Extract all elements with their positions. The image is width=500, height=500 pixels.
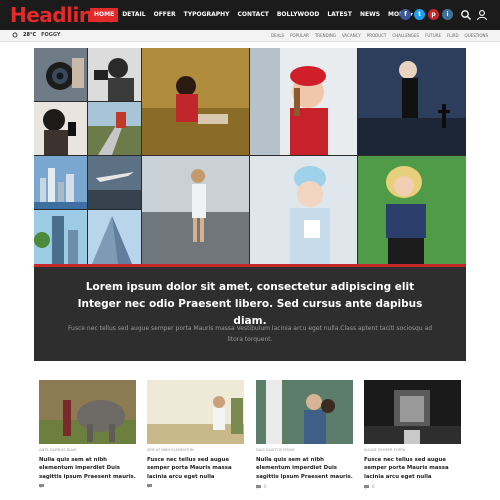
subnav-item-deals[interactable]: DEALS bbox=[271, 33, 284, 38]
card-thumbnail-field-girl[interactable] bbox=[147, 380, 244, 444]
subnav-item-vacancy[interactable]: VACANCY bbox=[342, 33, 361, 38]
pinterest-icon[interactable]: p bbox=[428, 9, 439, 20]
hero-summary: Fusce nec tellus sed augue semper porta … bbox=[67, 325, 433, 343]
card-meta: 0 bbox=[364, 484, 375, 489]
subnav-item-questions[interactable]: QUESTIONS bbox=[465, 33, 488, 38]
user-icon[interactable] bbox=[476, 9, 488, 21]
secondary-nav: DEALS POPULAR TRENDING VACANCY PRODUCT C… bbox=[265, 33, 488, 38]
gallery-tile-photographer[interactable] bbox=[88, 48, 141, 101]
gallery-tile-blonde-love[interactable] bbox=[358, 156, 466, 264]
comment-count: 0 bbox=[264, 484, 267, 489]
gallery-tile-girl-grass[interactable] bbox=[142, 48, 249, 155]
gallery-tile-phone[interactable] bbox=[34, 102, 87, 155]
card-thumbnail-couple[interactable] bbox=[256, 380, 353, 444]
card-category[interactable]: ANTE DAPIBUS DIAM bbox=[39, 448, 136, 452]
comment-icon bbox=[147, 484, 152, 488]
subnav-item-flird[interactable]: FLIRD bbox=[447, 33, 459, 38]
instagram-icon[interactable]: i bbox=[442, 9, 453, 20]
gallery-tile-train[interactable] bbox=[88, 102, 141, 155]
main-nav: HOME DETAIL OFFER TYPOGRAPHY CONTACT BOL… bbox=[90, 8, 417, 22]
subnav-item-future[interactable]: FUTURE bbox=[425, 33, 441, 38]
comment-icon bbox=[256, 484, 261, 489]
card-title[interactable]: Nulla quis sem at nibh elementum imperdi… bbox=[39, 456, 136, 481]
nav-item-typography[interactable]: TYPOGRAPHY bbox=[180, 8, 234, 22]
card-category[interactable]: SEM AT NIBH ELEMENTUM bbox=[147, 448, 244, 452]
card-meta bbox=[147, 484, 155, 488]
card-meta bbox=[39, 484, 47, 488]
nav-item-offer[interactable]: OFFER bbox=[150, 8, 180, 22]
gallery-tile-tower[interactable] bbox=[34, 210, 87, 264]
comment-icon bbox=[364, 484, 369, 489]
gallery-tile-camera[interactable] bbox=[34, 48, 87, 101]
nav-item-news[interactable]: NEWS bbox=[356, 8, 384, 22]
comment-count: 0 bbox=[372, 484, 375, 489]
subnav-item-product[interactable]: PRODUCT bbox=[367, 33, 387, 38]
twitter-icon[interactable]: t bbox=[414, 9, 425, 20]
card-title[interactable]: Nulla quis sem at nibh elementum imperdi… bbox=[256, 456, 353, 481]
header-actions bbox=[460, 9, 492, 21]
nav-item-detail[interactable]: DETAIL bbox=[118, 8, 149, 22]
hero-slider[interactable]: Lorem ipsum dolor sit amet, consectetur … bbox=[34, 48, 466, 361]
nav-item-latest[interactable]: LATEST bbox=[323, 8, 356, 22]
hero-caption: Lorem ipsum dolor sit amet, consectetur … bbox=[34, 267, 466, 361]
card-category[interactable]: DUIS SAGITTIS IPSUM bbox=[256, 448, 353, 452]
subnav-item-challenges[interactable]: CHALLENGES bbox=[392, 33, 419, 38]
gallery-tile-red-hat[interactable] bbox=[250, 48, 357, 155]
top-navbar: Headlines HOME DETAIL OFFER TYPOGRAPHY C… bbox=[0, 0, 500, 30]
subnav-item-popular[interactable]: POPULAR bbox=[290, 33, 309, 38]
sun-icon bbox=[12, 32, 18, 38]
gallery-tile-building[interactable] bbox=[88, 210, 141, 264]
subnav-item-trending[interactable]: TRENDING bbox=[315, 33, 336, 38]
secondary-bar: 28°C FOGGY DEALS POPULAR TRENDING VACANC… bbox=[0, 30, 500, 42]
weather-widget: 28°C FOGGY bbox=[12, 32, 61, 38]
nav-item-contact[interactable]: CONTACT bbox=[234, 8, 273, 22]
card-title[interactable]: Fusce nec tellus sed augue semper porta … bbox=[364, 456, 461, 481]
weather-condition: FOGGY bbox=[41, 32, 61, 38]
search-icon[interactable] bbox=[460, 9, 472, 21]
gallery-tile-woman-lake[interactable] bbox=[142, 156, 249, 264]
gallery-tile-gothic[interactable] bbox=[358, 48, 466, 155]
card-thumbnail-night-city[interactable] bbox=[364, 380, 461, 444]
gallery-tile-city[interactable] bbox=[34, 156, 87, 209]
facebook-icon[interactable]: f bbox=[400, 9, 411, 20]
card-meta: 0 bbox=[256, 484, 267, 489]
gallery-tile-winter-mug[interactable] bbox=[250, 156, 357, 264]
card-thumbnail-elephant[interactable] bbox=[39, 380, 136, 444]
gallery-tile-plane[interactable] bbox=[88, 156, 141, 209]
nav-item-bollywood[interactable]: BOLLYWOOD bbox=[273, 8, 324, 22]
social-links: f t p i bbox=[400, 9, 456, 20]
card-title[interactable]: Fusce nec tellus sed augue semper porta … bbox=[147, 456, 244, 481]
weather-temp: 28°C bbox=[23, 32, 37, 38]
card-category[interactable]: AUGUE SEMPER PORTA bbox=[364, 448, 461, 452]
comment-icon bbox=[39, 484, 44, 488]
nav-item-home[interactable]: HOME bbox=[90, 8, 119, 22]
